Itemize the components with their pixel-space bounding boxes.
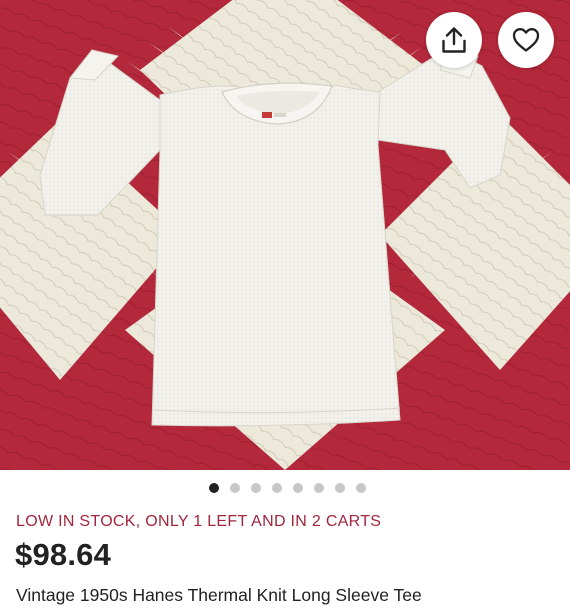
share-button[interactable] [426,12,482,68]
image-carousel-dots [0,483,570,493]
carousel-dot-6[interactable] [313,483,324,493]
carousel-dot-8[interactable] [355,483,366,493]
carousel-dot-1[interactable] [208,483,219,493]
share-icon [442,27,466,53]
carousel-dot-2[interactable] [229,483,240,493]
carousel-dot-4[interactable] [271,483,282,493]
listing-title: Vintage 1950s Hanes Thermal Knit Long Sl… [16,585,422,605]
listing-page: LOW IN STOCK, ONLY 1 LEFT AND IN 2 CARTS… [0,0,570,614]
listing-price: $98.64 [15,537,112,572]
product-image[interactable] [0,0,570,470]
heart-icon [512,28,540,52]
stock-status: LOW IN STOCK, ONLY 1 LEFT AND IN 2 CARTS [16,513,382,530]
carousel-dot-7[interactable] [334,483,345,493]
carousel-dot-5[interactable] [292,483,303,493]
product-photo-illustration [0,0,570,470]
favorite-button[interactable] [498,12,554,68]
carousel-dot-3[interactable] [250,483,261,493]
